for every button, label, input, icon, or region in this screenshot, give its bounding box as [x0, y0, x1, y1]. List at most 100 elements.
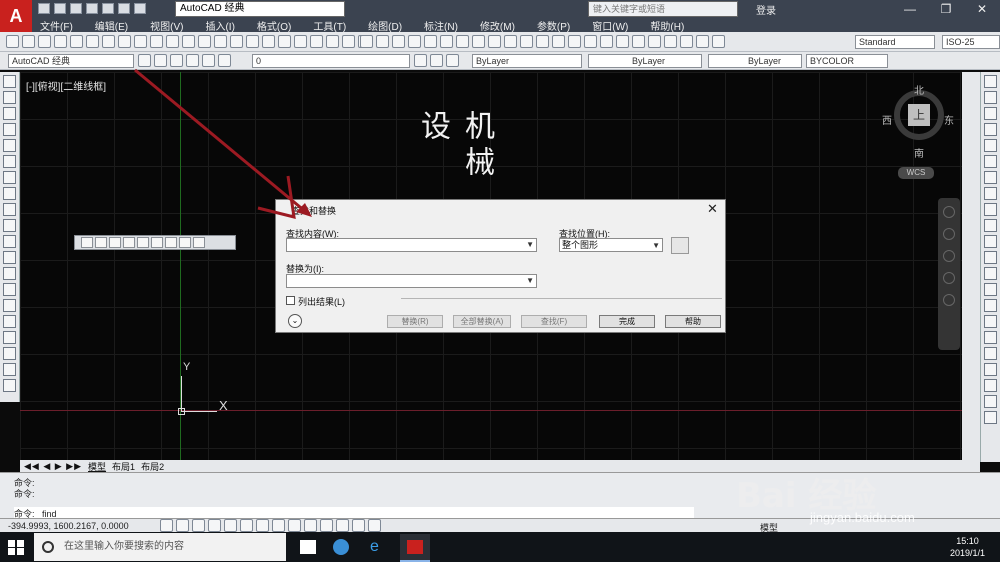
login-link[interactable]: 登录: [756, 2, 776, 17]
tab-layout1[interactable]: 布局1: [112, 460, 135, 473]
tool2-publish-icon[interactable]: [440, 35, 453, 48]
polygon-icon[interactable]: [3, 123, 16, 136]
find-button[interactable]: 查找(F): [521, 315, 587, 328]
wcs-menu[interactable]: WCS: [898, 167, 934, 179]
tool2-open-icon[interactable]: [376, 35, 389, 48]
undo-icon[interactable]: [118, 3, 130, 14]
expand-chevron-icon[interactable]: ⌄: [288, 314, 302, 328]
modify-extra3-icon[interactable]: [984, 395, 997, 408]
scale-icon[interactable]: [984, 187, 997, 200]
menu-file[interactable]: 文件(F): [40, 18, 73, 33]
add-selected-icon[interactable]: [3, 379, 16, 392]
open-icon[interactable]: [54, 3, 66, 14]
zoom-extents-icon[interactable]: [943, 250, 955, 262]
layer-sun-icon[interactable]: [202, 54, 215, 67]
tool-zoom-icon[interactable]: [230, 35, 243, 48]
compass-west[interactable]: 西: [882, 112, 892, 127]
modify-extra2-icon[interactable]: [984, 379, 997, 392]
menu-window[interactable]: 窗口(W): [592, 18, 628, 33]
redo-icon[interactable]: [134, 3, 146, 14]
layer-light-icon[interactable]: [186, 54, 199, 67]
stretch-icon[interactable]: [984, 203, 997, 216]
tool-3d-icon[interactable]: [102, 35, 115, 48]
tool2-print-icon[interactable]: [408, 35, 421, 48]
new-icon[interactable]: [38, 3, 50, 14]
tool-cut-icon[interactable]: [118, 35, 131, 48]
tool-sheetset-icon[interactable]: [310, 35, 323, 48]
linetype-combo[interactable]: ByLayer: [588, 54, 702, 68]
text-find-icon[interactable]: [123, 237, 135, 248]
tool-copy-icon[interactable]: [134, 35, 147, 48]
line-icon[interactable]: [3, 75, 16, 88]
move-icon[interactable]: [984, 155, 997, 168]
close-icon[interactable]: ✕: [707, 201, 718, 217]
rectangle-icon[interactable]: [3, 139, 16, 152]
workspace-save-icon[interactable]: [154, 54, 167, 67]
list-results-label[interactable]: 列出结果(L): [298, 295, 345, 308]
menu-insert[interactable]: 插入(I): [205, 18, 234, 33]
menu-parametric[interactable]: 参数(P): [537, 18, 570, 33]
text-style-icon[interactable]: [151, 237, 163, 248]
tool2-markup-icon[interactable]: [680, 35, 693, 48]
close-button[interactable]: ✕: [964, 0, 1000, 18]
revcloud-icon[interactable]: [3, 187, 16, 200]
orbit-icon[interactable]: [943, 272, 955, 284]
tab-nav-arrows[interactable]: ◀◀ ◀ ▶ ▶▶: [24, 461, 82, 472]
taskbar-search[interactable]: 在这里输入你要搜索的内容: [34, 533, 286, 561]
vertical-scrollbar[interactable]: [962, 72, 980, 460]
compass-east[interactable]: 东: [944, 112, 954, 127]
tool-save-icon[interactable]: [38, 35, 51, 48]
polar-icon[interactable]: [208, 519, 221, 532]
mirror-icon[interactable]: [984, 107, 997, 120]
tool-new-icon[interactable]: [6, 35, 19, 48]
done-button[interactable]: 完成: [599, 315, 655, 328]
layer-prev-icon[interactable]: [414, 54, 427, 67]
tool2-redo-icon[interactable]: [536, 35, 549, 48]
circle-icon[interactable]: [3, 171, 16, 184]
task-view-icon[interactable]: [300, 540, 316, 554]
app-icon[interactable]: [333, 539, 349, 555]
gradient-icon[interactable]: [3, 315, 16, 328]
autocad-logo[interactable]: A: [0, 0, 32, 32]
erase-icon[interactable]: [984, 75, 997, 88]
tool2-preview-icon[interactable]: [424, 35, 437, 48]
tool2-zoomprev-icon[interactable]: [600, 35, 613, 48]
3dosnap-icon[interactable]: [240, 519, 253, 532]
ducs-icon[interactable]: [272, 519, 285, 532]
tool2-match-icon[interactable]: [504, 35, 517, 48]
tool-preview-icon[interactable]: [70, 35, 83, 48]
am-icon[interactable]: [368, 519, 381, 532]
tool-publish-icon[interactable]: [86, 35, 99, 48]
layer-combo[interactable]: 0: [252, 54, 410, 68]
break-icon[interactable]: [984, 267, 997, 280]
menu-view[interactable]: 视图(V): [150, 18, 183, 33]
tool-calc-icon[interactable]: [342, 35, 355, 48]
color-combo[interactable]: ByLayer: [472, 54, 582, 68]
trim-icon[interactable]: [984, 219, 997, 232]
layer-manager-icon[interactable]: [170, 54, 183, 67]
insert-block-icon[interactable]: [3, 251, 16, 264]
tool2-palettes-icon[interactable]: [648, 35, 661, 48]
tool2-paste-icon[interactable]: [488, 35, 501, 48]
offset-icon[interactable]: [984, 123, 997, 136]
text-justify-icon[interactable]: [179, 237, 191, 248]
copy-icon[interactable]: [984, 91, 997, 104]
menu-modify[interactable]: 修改(M): [480, 18, 515, 33]
tool2-undo-icon[interactable]: [520, 35, 533, 48]
text-edit-icon[interactable]: [109, 237, 121, 248]
tool2-properties-icon[interactable]: [616, 35, 629, 48]
tool-markup-icon[interactable]: [326, 35, 339, 48]
extend-icon[interactable]: [984, 235, 997, 248]
select-objects-icon[interactable]: [671, 237, 689, 254]
xline-icon[interactable]: [3, 91, 16, 104]
tool-designcenter-icon[interactable]: [278, 35, 291, 48]
command-input[interactable]: 命令: _find: [14, 507, 694, 519]
dim-style-combo[interactable]: ISO-25: [942, 35, 1000, 49]
text-convert-icon[interactable]: [193, 237, 205, 248]
viewport-controls[interactable]: [-][俯视][二维线框]: [26, 78, 106, 93]
text-style-combo[interactable]: Standard: [855, 35, 935, 49]
autocad-taskbar-icon[interactable]: [400, 534, 430, 562]
modify-extra1-icon[interactable]: [984, 363, 997, 376]
ellipse-icon[interactable]: [3, 219, 16, 232]
tool-palettes-icon[interactable]: [294, 35, 307, 48]
